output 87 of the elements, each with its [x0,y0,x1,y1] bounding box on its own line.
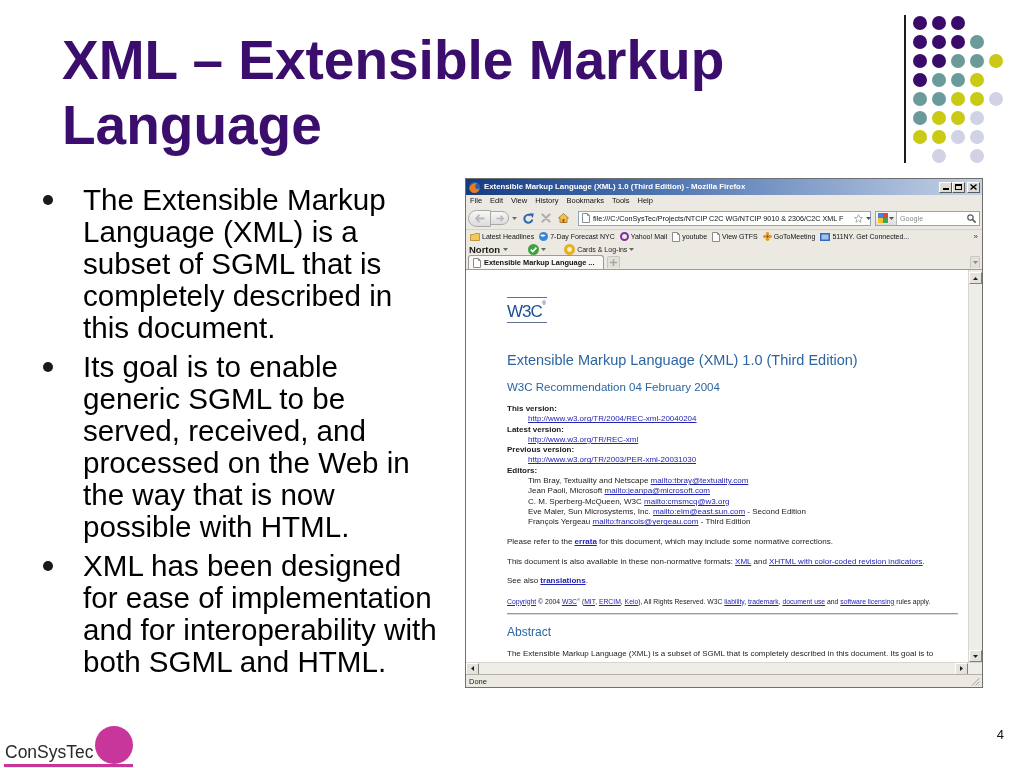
page-icon [582,213,590,223]
editor-entry: C. M. Sperberg-McQueen, W3C mailto:cmsmcq@w3.org [527,496,730,507]
bullet-text: XML has been designed for ease of implementation and for interoperability with both SGML and HTML. [83,550,438,678]
flower-icon [762,232,772,241]
editor-entry: Eve Maler, Sun Microsystems, Inc. mailto:elm@east.sun.com - Second Edition [527,506,807,518]
horizontal-scrollbar[interactable] [466,662,982,674]
close-icon [970,184,977,190]
minimize-button[interactable] [939,181,952,193]
resize-grip-icon [971,676,980,686]
email-link[interactable]: mailto:tbray@textuality.com [650,476,749,486]
caret-icon [541,247,547,251]
home-icon[interactable] [558,213,569,223]
caret-icon [972,261,978,264]
toolbar-menu-button[interactable]: Norton [469,243,509,255]
ring-icon [619,232,629,241]
email-link[interactable]: mailto:francois@yergeau.com [592,517,699,527]
link[interactable]: XHTML with color-coded revision indicators [769,556,923,566]
bullet-text: The Extensible Markup Language (XML) is a subset of SGML that is completely described in this document. [83,184,394,344]
monitor-icon [820,232,831,241]
email-link[interactable]: mailto:cmsmcq@w3.org [644,496,730,506]
paragraph: Please refer to the errata for this document, which may include some normative corrections. [507,537,833,548]
arrow-up-icon [973,276,978,280]
tab-list-button[interactable] [970,256,980,268]
field-label: Editors: [507,465,538,477]
maximize-icon [955,184,962,190]
editor-entry: François Yergeau mailto:francois@yergeau.com - Third Edition [527,517,751,528]
forward-arrow-icon [495,214,504,222]
paragraph: The Extensible Markup Language (XML) is a subset of SGML that is completely described in this document. Its goal is to [507,648,934,659]
paragraph: See also translations. [507,576,588,587]
link[interactable]: XML [735,556,752,566]
field-label: Latest version: [507,424,564,435]
logo-text: ConSysTec [5,743,94,761]
status-check-button[interactable] [528,243,547,255]
search-engine-button[interactable] [876,211,897,225]
field-label: Previous version: [507,445,575,456]
page-number: 4 [996,727,1004,742]
caret-icon [866,216,871,220]
version-link[interactable]: http://www.w3.org/TR/2004/REC-xml-20040204 [528,414,697,424]
star-icon[interactable] [854,213,863,223]
bullet-icon [43,561,53,571]
globe-icon [469,181,480,193]
editor-entry: Tim Bray, Textuality and Netscape mailto:tbray@textuality.com [527,476,749,487]
more-bookmarks-button[interactable]: » [973,232,978,241]
site-logo: W3C$^{®}$ [507,297,548,323]
document-subtitle: W3C Recommendation 04 February 2004 [507,380,721,394]
bullet-icon [43,362,53,372]
section-heading: Abstract [507,624,551,639]
caret-icon [512,216,517,220]
scroll-up-button[interactable] [969,272,982,284]
scroll-right-button[interactable] [955,662,968,675]
link[interactable]: translations [540,576,586,586]
bullet-text: Its goal is to enable generic SGML to be served, received, and processed on the Web in the way that is now possible with HTML. [83,351,411,543]
version-link[interactable]: http://www.w3.org/TR/REC-xml [528,434,639,444]
back-arrow-icon [474,213,485,223]
arrow-down-icon [973,654,978,658]
folder-icon [470,232,480,241]
reload-icon[interactable] [523,212,534,224]
close-button[interactable] [967,181,980,193]
bullet-icon [43,195,53,205]
paragraph: This document is also available in these non-normative formats: XML and XHTML with color-coded revision indicators. [507,556,925,567]
vertical-scrollbar[interactable] [968,270,982,662]
version-link[interactable]: http://www.w3.org/TR/2003/PER-xml-20031030 [528,455,697,465]
check-icon [528,243,540,255]
page-icon [672,231,681,242]
plus-icon [610,259,617,266]
document-title: Extensible Markup Language (XML) 1.0 (Third Edition) [507,352,859,369]
page-icon [712,231,721,242]
email-link[interactable]: mailto:jeanpa@microsoft.com [604,486,710,496]
editor-entry: Jean Paoli, Microsoft mailto:jeanpa@microsoft.com [527,486,710,497]
tiles-icon [878,213,888,223]
slide-title: XML – Extensible Markup Language [62,28,726,158]
email-link[interactable]: mailto:elm@east.sun.com [652,506,746,516]
field-label: This version: [507,404,557,415]
maximize-button[interactable] [952,181,965,193]
link[interactable]: errata [574,537,597,547]
minimize-icon [942,187,949,190]
search-icon[interactable] [967,213,976,223]
page-icon [473,257,481,268]
scroll-down-button[interactable] [969,650,982,662]
caret-icon [629,247,635,251]
caret-icon [503,247,509,251]
arrow-right-icon [960,666,963,671]
globe-icon [539,232,549,241]
scroll-left-button[interactable] [466,662,479,675]
arrow-left-icon [471,666,474,671]
caret-icon [889,216,894,220]
circle-icon [564,243,576,255]
